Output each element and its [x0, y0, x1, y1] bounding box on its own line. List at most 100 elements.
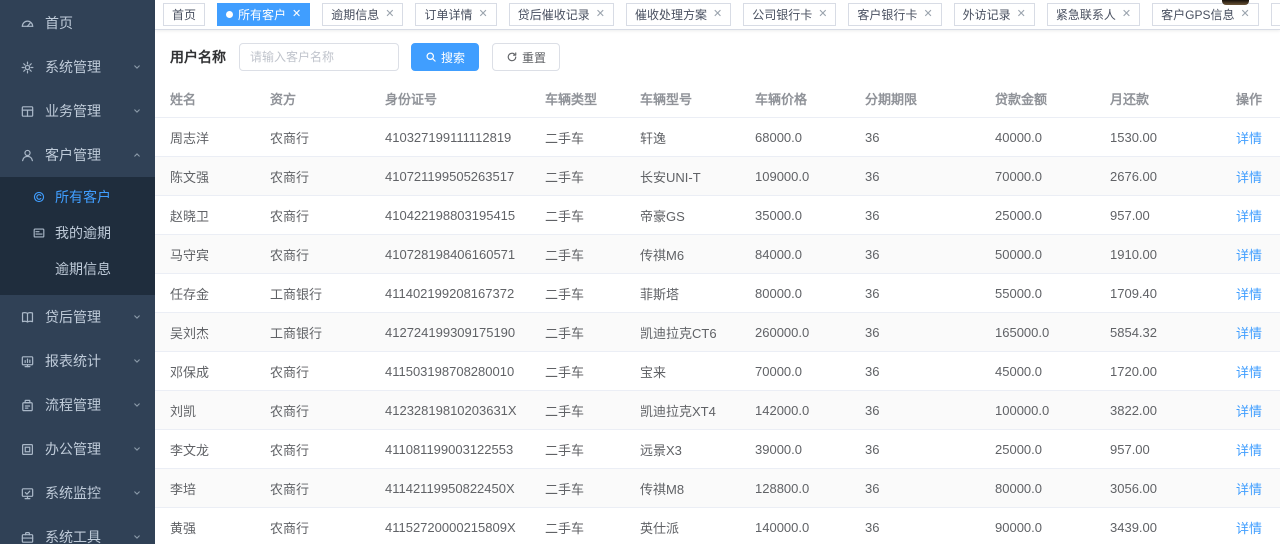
cell-id-card: 410728198406160571 — [385, 235, 545, 274]
cell-funder: 农商行 — [270, 235, 385, 274]
tab[interactable]: 客户银行卡 ✕ — [848, 3, 941, 26]
col-header-id-card: 身份证号 — [385, 81, 545, 118]
tab[interactable]: 贷后催收记录 ✕ — [509, 3, 614, 26]
detail-link[interactable]: 详情 — [1236, 443, 1262, 458]
sidebar-item-system-tools[interactable]: 系统工具 — [0, 515, 155, 544]
sidebar-item-my-overdue[interactable]: 我的逾期 — [0, 215, 155, 251]
chevron-down-icon — [131, 311, 143, 323]
app-window: 首页 系统管理 业务管理 客户管理 所有客户 我的逾期 — [0, 0, 1280, 544]
tab-close-icon[interactable]: ✕ — [818, 9, 827, 20]
cell-name: 周志洋 — [155, 118, 270, 157]
tab-close-icon[interactable]: ✕ — [385, 9, 394, 20]
detail-link[interactable]: 详情 — [1236, 287, 1262, 302]
tab-close-icon[interactable]: ✕ — [1017, 9, 1026, 20]
cell-term: 36 — [865, 274, 995, 313]
customer-name-input[interactable] — [239, 43, 399, 71]
cell-funder: 农商行 — [270, 469, 385, 508]
cell-id-card: 410422198803195415 — [385, 196, 545, 235]
tab[interactable]: 所有客户 ✕ — [217, 3, 310, 26]
tab[interactable]: 公司银行卡 ✕ — [743, 3, 836, 26]
sidebar: 首页 系统管理 业务管理 客户管理 所有客户 我的逾期 — [0, 0, 155, 544]
tab-close-icon[interactable]: ✕ — [292, 9, 301, 20]
cell-price: 84000.0 — [755, 235, 865, 274]
cell-term: 36 — [865, 391, 995, 430]
cell-loan: 165000.0 — [995, 313, 1110, 352]
tab-close-icon[interactable]: ✕ — [1240, 9, 1249, 20]
col-header-price: 车辆价格 — [755, 81, 865, 118]
detail-link[interactable]: 详情 — [1236, 170, 1262, 185]
cell-vehicle-type: 二手车 — [545, 508, 640, 544]
detail-link[interactable]: 详情 — [1236, 209, 1262, 224]
main-content: 首页 ✕ 所有客户 ✕ 逾期信息 ✕ 订单详情 — [155, 0, 1280, 544]
detail-link[interactable]: 详情 — [1236, 326, 1262, 341]
tab[interactable]: 紧急联系人 ✕ — [1047, 3, 1140, 26]
cell-id-card: 412724199309175190 — [385, 313, 545, 352]
col-header-term: 分期期限 — [865, 81, 995, 118]
cell-name: 刘凯 — [155, 391, 270, 430]
sidebar-item-report-stats[interactable]: 报表统计 — [0, 339, 155, 383]
cell-vehicle-type: 二手车 — [545, 430, 640, 469]
col-header-funder: 资方 — [270, 81, 385, 118]
chevron-down-icon — [131, 355, 143, 367]
cell-term: 36 — [865, 469, 995, 508]
detail-link[interactable]: 详情 — [1236, 365, 1262, 380]
sidebar-item-office-mgmt[interactable]: 办公管理 — [0, 427, 155, 471]
sidebar-item-overdue-info[interactable]: 逾期信息 — [0, 251, 155, 287]
flow-icon — [20, 398, 35, 413]
sidebar-item-postloan-mgmt[interactable]: 贷后管理 — [0, 295, 155, 339]
col-header-vehicle-type: 车辆类型 — [545, 81, 640, 118]
detail-link[interactable]: 详情 — [1236, 404, 1262, 419]
sidebar-item-label: 我的逾期 — [55, 223, 111, 243]
tab-close-icon[interactable]: ✕ — [923, 9, 932, 20]
table-row: 刘凯 农商行 41232819810203631X 二手车 凯迪拉克XT4 14… — [155, 391, 1280, 430]
tab[interactable]: 我的待办 ✕ — [1271, 3, 1280, 26]
tab-label: 公司银行卡 — [752, 6, 812, 23]
cell-name: 吴刘杰 — [155, 313, 270, 352]
detail-link[interactable]: 详情 — [1236, 521, 1262, 536]
cell-vehicle-type: 二手车 — [545, 157, 640, 196]
table-row: 邓保成 农商行 411503198708280010 二手车 宝来 70000.… — [155, 352, 1280, 391]
cell-vehicle-type: 二手车 — [545, 352, 640, 391]
tab[interactable]: 订单详情 ✕ — [415, 3, 496, 26]
cell-name: 陈文强 — [155, 157, 270, 196]
tab-close-icon[interactable]: ✕ — [479, 9, 488, 20]
tab[interactable]: 逾期信息 ✕ — [322, 3, 403, 26]
cell-vehicle-type: 二手车 — [545, 196, 640, 235]
sidebar-item-system-monitor[interactable]: 系统监控 — [0, 471, 155, 515]
cell-vehicle-type: 二手车 — [545, 274, 640, 313]
avatar[interactable] — [1222, 0, 1249, 5]
tab[interactable]: 外访记录 ✕ — [954, 3, 1035, 26]
sidebar-item-business-mgmt[interactable]: 业务管理 — [0, 89, 155, 133]
tab[interactable]: 客户GPS信息 ✕ — [1152, 3, 1259, 26]
tab-close-icon[interactable]: ✕ — [596, 9, 605, 20]
tab-close-icon[interactable]: ✕ — [713, 9, 722, 20]
sidebar-item-label: 系统监控 — [45, 483, 131, 503]
chevron-down-icon — [131, 531, 143, 543]
search-section: 用户名称 搜索 重置 — [155, 30, 1280, 71]
cell-vehicle-type: 二手车 — [545, 313, 640, 352]
reset-button[interactable]: 重置 — [492, 43, 560, 71]
tab[interactable]: 首页 ✕ — [163, 3, 205, 26]
sidebar-item-customer-mgmt[interactable]: 客户管理 — [0, 133, 155, 177]
tab[interactable]: 催收处理方案 ✕ — [626, 3, 731, 26]
sidebar-item-label: 报表统计 — [45, 351, 131, 371]
sidebar-item-system-mgmt[interactable]: 系统管理 — [0, 45, 155, 89]
cell-funder: 农商行 — [270, 352, 385, 391]
col-header-model: 车辆型号 — [640, 81, 755, 118]
search-button[interactable]: 搜索 — [411, 43, 479, 71]
detail-link[interactable]: 详情 — [1236, 482, 1262, 497]
tab-close-icon[interactable]: ✕ — [1122, 9, 1131, 20]
detail-link[interactable]: 详情 — [1236, 248, 1262, 263]
chevron-up-icon — [131, 149, 143, 161]
detail-link[interactable]: 详情 — [1236, 131, 1262, 146]
cell-price: 68000.0 — [755, 118, 865, 157]
sidebar-item-process-mgmt[interactable]: 流程管理 — [0, 383, 155, 427]
cell-price: 109000.0 — [755, 157, 865, 196]
sidebar-item-all-customers[interactable]: 所有客户 — [0, 179, 155, 215]
cell-id-card: 410327199111112819 — [385, 118, 545, 157]
sidebar-item-home[interactable]: 首页 — [0, 1, 155, 45]
reset-button-label: 重置 — [522, 49, 546, 66]
cell-monthly: 1530.00 — [1110, 118, 1230, 157]
table-row: 吴刘杰 工商银行 412724199309175190 二手车 凯迪拉克CT6 … — [155, 313, 1280, 352]
cell-price: 80000.0 — [755, 274, 865, 313]
